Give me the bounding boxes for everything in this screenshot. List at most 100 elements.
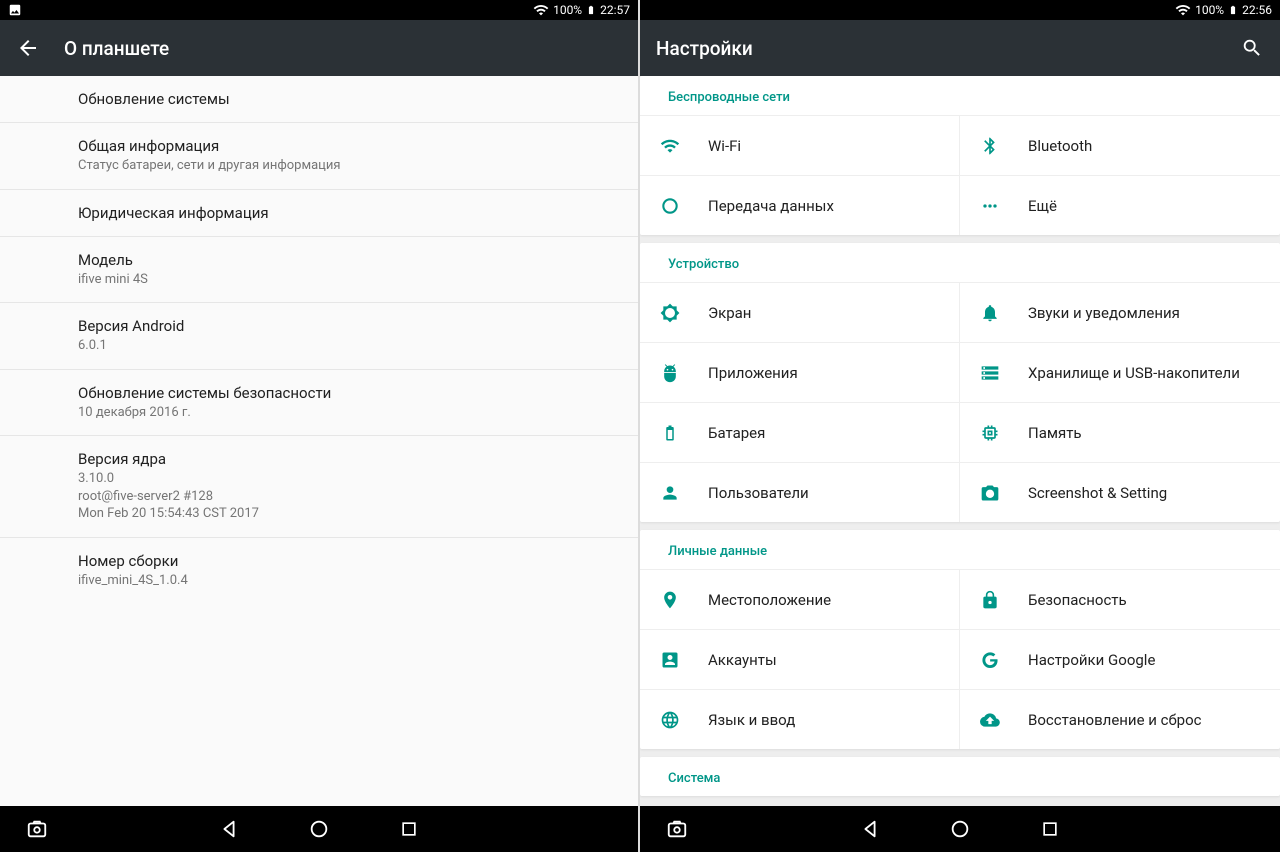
- tile-label: Безопасность: [1028, 591, 1127, 609]
- navigation-bar: [640, 806, 1280, 852]
- status-bar: 100% 22:57: [0, 0, 638, 20]
- page-title: О планшете: [64, 37, 169, 60]
- google-icon: [978, 648, 1002, 672]
- wifi-icon: [533, 2, 549, 18]
- row-primary: Номер сборки: [78, 552, 622, 570]
- wifi-icon: [658, 134, 682, 158]
- legal-info-row[interactable]: Юридическая информация: [0, 190, 638, 237]
- row-primary: Обновление системы безопасности: [78, 384, 622, 402]
- battery-icon: [658, 421, 682, 445]
- security-patch-row[interactable]: Обновление системы безопасности 10 декаб…: [0, 370, 638, 437]
- accounts-icon: [658, 648, 682, 672]
- data-usage-icon: [658, 194, 682, 218]
- search-button[interactable]: [1240, 36, 1264, 60]
- settings-content[interactable]: Беспроводные сетиWi-Fi Bluetooth Передача …: [640, 76, 1280, 806]
- tile-label: Ещё: [1028, 197, 1057, 215]
- battery-icon: [1228, 3, 1238, 17]
- settings-section: Устройство Экран Звуки и уведомления Прилож…: [640, 243, 1280, 522]
- settings-screen: 100% 22:56 Настройки Беспроводные сетиWi…: [640, 0, 1280, 852]
- settings-tile-notifications[interactable]: Звуки и уведомления: [960, 282, 1280, 342]
- tile-label: Язык и ввод: [708, 711, 795, 729]
- toolbar: О планшете: [0, 20, 638, 76]
- apps-icon: [658, 361, 682, 385]
- settings-tile-storage[interactable]: Хранилище и USB-накопители: [960, 342, 1280, 402]
- wifi-icon: [1175, 2, 1191, 18]
- settings-section: Система: [640, 757, 1280, 796]
- tile-label: Пользователи: [708, 484, 809, 502]
- settings-tile-security[interactable]: Безопасность: [960, 569, 1280, 629]
- settings-section: Личные данные Местоположение Безопасность А…: [640, 530, 1280, 749]
- tile-label: Bluetooth: [1028, 137, 1092, 155]
- about-list: Обновление системы Общая информация Стат…: [0, 76, 638, 806]
- recents-nav-button[interactable]: [396, 816, 422, 842]
- row-secondary: ifive_mini_4S_1.0.4: [78, 572, 622, 590]
- back-nav-button[interactable]: [857, 816, 883, 842]
- model-row[interactable]: Модель ifive mini 4S: [0, 237, 638, 304]
- notifications-icon: [978, 301, 1002, 325]
- general-info-row[interactable]: Общая информация Статус батареи, сети и …: [0, 123, 638, 190]
- back-button[interactable]: [16, 36, 40, 60]
- settings-tile-accounts[interactable]: Аккаунты: [640, 629, 960, 689]
- status-time: 22:56: [1242, 3, 1272, 17]
- row-secondary: 3.10.0 root@five-server2 #128 Mon Feb 20…: [78, 470, 622, 523]
- settings-tile-bluetooth[interactable]: Bluetooth: [960, 115, 1280, 175]
- users-icon: [658, 481, 682, 505]
- settings-tile-battery[interactable]: Батарея: [640, 402, 960, 462]
- row-secondary: Статус батареи, сети и другая информация: [78, 157, 622, 175]
- tile-label: Память: [1028, 424, 1082, 442]
- battery-icon: [586, 3, 596, 17]
- storage-icon: [978, 361, 1002, 385]
- back-nav-button[interactable]: [216, 816, 242, 842]
- row-secondary: 6.0.1: [78, 337, 622, 355]
- tile-label: Передача данных: [708, 197, 834, 215]
- settings-tile-backup[interactable]: Восстановление и сброс: [960, 689, 1280, 749]
- settings-tile-display[interactable]: Экран: [640, 282, 960, 342]
- android-version-row[interactable]: Версия Android 6.0.1: [0, 303, 638, 370]
- home-nav-button[interactable]: [306, 816, 332, 842]
- settings-tile-screenshot[interactable]: Screenshot & Setting: [960, 462, 1280, 522]
- toolbar: Настройки: [640, 20, 1280, 76]
- section-header: Устройство: [640, 243, 1280, 282]
- section-header: Беспроводные сети: [640, 76, 1280, 115]
- memory-icon: [978, 421, 1002, 445]
- settings-tile-more[interactable]: Ещё: [960, 175, 1280, 235]
- tile-label: Хранилище и USB-накопители: [1028, 364, 1240, 382]
- settings-tile-language[interactable]: Язык и ввод: [640, 689, 960, 749]
- battery-percent: 100%: [553, 3, 582, 17]
- section-header: Личные данные: [640, 530, 1280, 569]
- settings-tile-memory[interactable]: Память: [960, 402, 1280, 462]
- backup-icon: [978, 708, 1002, 732]
- system-update-row[interactable]: Обновление системы: [0, 76, 638, 123]
- settings-tile-users[interactable]: Пользователи: [640, 462, 960, 522]
- language-icon: [658, 708, 682, 732]
- tile-label: Местоположение: [708, 591, 831, 609]
- status-bar: 100% 22:56: [640, 0, 1280, 20]
- settings-tile-wifi[interactable]: Wi-Fi: [640, 115, 960, 175]
- more-icon: [978, 194, 1002, 218]
- screenshot-button[interactable]: [24, 816, 50, 842]
- settings-tile-data-usage[interactable]: Передача данных: [640, 175, 960, 235]
- build-number-row[interactable]: Номер сборки ifive_mini_4S_1.0.4: [0, 538, 638, 604]
- row-primary: Общая информация: [78, 137, 622, 155]
- tile-label: Screenshot & Setting: [1028, 484, 1167, 502]
- settings-tile-apps[interactable]: Приложения: [640, 342, 960, 402]
- tile-label: Восстановление и сброс: [1028, 711, 1201, 729]
- screenshot-button[interactable]: [664, 816, 690, 842]
- tile-label: Экран: [708, 304, 751, 322]
- row-primary: Модель: [78, 251, 622, 269]
- recents-nav-button[interactable]: [1037, 816, 1063, 842]
- settings-tile-location[interactable]: Местоположение: [640, 569, 960, 629]
- bluetooth-icon: [978, 134, 1002, 158]
- row-secondary: ifive mini 4S: [78, 271, 622, 289]
- tiles-grid: Экран Звуки и уведомления Приложения Хранил…: [640, 282, 1280, 522]
- tiles-grid: Местоположение Безопасность АккаунтыНастро…: [640, 569, 1280, 749]
- home-nav-button[interactable]: [947, 816, 973, 842]
- kernel-version-row[interactable]: Версия ядра 3.10.0 root@five-server2 #12…: [0, 436, 638, 538]
- navigation-bar: [0, 806, 638, 852]
- row-primary: Версия Android: [78, 317, 622, 335]
- settings-tile-google[interactable]: Настройки Google: [960, 629, 1280, 689]
- display-icon: [658, 301, 682, 325]
- row-primary: Обновление системы: [78, 90, 622, 108]
- status-time: 22:57: [600, 3, 630, 17]
- tile-label: Звуки и уведомления: [1028, 304, 1180, 322]
